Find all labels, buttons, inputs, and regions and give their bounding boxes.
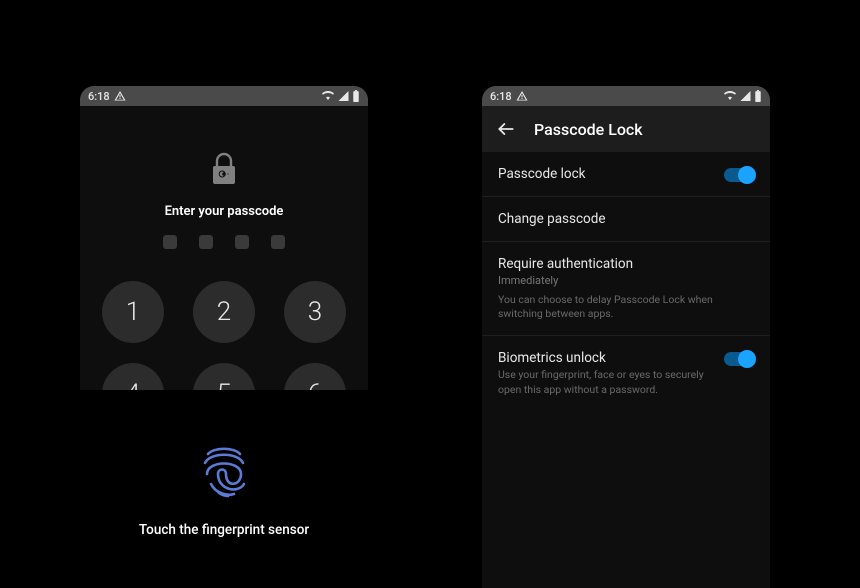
passcode-dot — [163, 235, 177, 249]
setting-desc: You can choose to delay Passcode Lock wh… — [498, 293, 746, 321]
battery-icon — [352, 90, 360, 102]
status-time: 6:18 — [490, 90, 512, 103]
passcode-dots — [80, 235, 368, 249]
fingerprint-overlay: Touch the fingerprint sensor — [80, 390, 368, 588]
phone-passcode: 6:18 — [80, 86, 368, 588]
setting-passcode-lock[interactable]: Passcode lock — [482, 152, 770, 197]
setting-title: Passcode lock — [498, 166, 716, 182]
fingerprint-prompt: Touch the fingerprint sensor — [80, 522, 368, 538]
signal-icon — [739, 90, 752, 102]
wifi-icon — [723, 90, 737, 102]
toggle-passcode-lock[interactable] — [724, 168, 754, 182]
setting-require-auth[interactable]: Require authentication Immediately You c… — [482, 242, 770, 336]
status-bar: 6:18 — [482, 86, 770, 106]
status-time: 6:18 — [88, 90, 110, 103]
keypad-1[interactable]: 1 — [102, 281, 164, 343]
passcode-area: Enter your passcode 1 2 3 4 5 6 — [80, 106, 368, 425]
passcode-prompt: Enter your passcode — [80, 204, 368, 219]
battery-icon — [754, 90, 762, 102]
passcode-dot — [235, 235, 249, 249]
status-bar: 6:18 — [80, 86, 368, 106]
setting-change-passcode[interactable]: Change passcode — [482, 197, 770, 242]
wifi-icon — [321, 90, 335, 102]
settings-list: Passcode lock Change passcode Require au… — [482, 152, 770, 411]
keypad-2[interactable]: 2 — [193, 281, 255, 343]
signal-icon — [337, 90, 350, 102]
appbar-title: Passcode Lock — [534, 120, 643, 139]
setting-biometrics[interactable]: Biometrics unlock Use your fingerprint, … — [482, 336, 770, 410]
setting-title: Change passcode — [498, 211, 746, 227]
fingerprint-icon[interactable] — [198, 444, 250, 500]
lock-icon — [210, 152, 238, 186]
back-button[interactable] — [494, 117, 518, 141]
keypad-3[interactable]: 3 — [284, 281, 346, 343]
setting-value: Immediately — [498, 274, 746, 287]
setting-title: Biometrics unlock — [498, 350, 716, 366]
phone-settings: 6:18 — [482, 86, 770, 588]
setting-desc: Use your fingerprint, face or eyes to se… — [498, 368, 716, 396]
passcode-dot — [271, 235, 285, 249]
app-bar: Passcode Lock — [482, 106, 770, 152]
setting-title: Require authentication — [498, 256, 746, 272]
warning-icon — [516, 90, 528, 102]
toggle-biometrics[interactable] — [724, 352, 754, 366]
warning-icon — [114, 90, 126, 102]
passcode-dot — [199, 235, 213, 249]
